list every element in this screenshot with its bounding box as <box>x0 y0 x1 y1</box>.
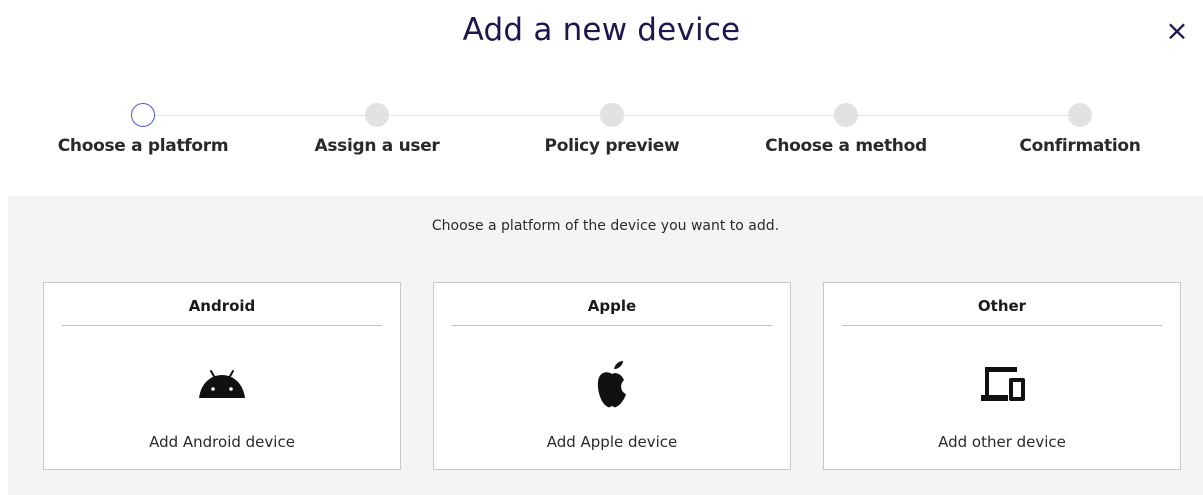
card-divider <box>842 325 1162 326</box>
step-assign-user: Assign a user <box>277 100 477 156</box>
android-icon <box>192 361 252 409</box>
devices-icon <box>972 361 1032 409</box>
apple-icon <box>582 361 642 409</box>
other-platform-card[interactable]: Other Add other device <box>823 282 1181 470</box>
step-label: Choose a platform <box>57 136 229 156</box>
card-title: Android <box>188 297 256 315</box>
card-action-label: Add Apple device <box>546 433 678 451</box>
step-indicator <box>600 103 624 127</box>
step-indicator <box>834 103 858 127</box>
card-divider <box>452 325 772 326</box>
card-title: Other <box>977 297 1027 315</box>
add-device-dialog: Add a new device × Choose a platform Ass… <box>0 0 1203 495</box>
apple-platform-card[interactable]: Apple Add Apple device <box>433 282 791 470</box>
step-choose-method: Choose a method <box>746 100 946 156</box>
android-platform-card[interactable]: Android Add Android device <box>43 282 401 470</box>
instruction-text: Choose a platform of the device you want… <box>431 218 780 234</box>
step-confirmation: Confirmation <box>980 100 1180 156</box>
step-label: Policy preview <box>544 136 680 156</box>
progress-stepper: Choose a platform Assign a user Policy p… <box>0 100 1203 170</box>
step-label: Confirmation <box>1019 136 1141 156</box>
platform-selection-panel: Choose a platform of the device you want… <box>8 196 1203 495</box>
step-active-indicator <box>131 103 155 127</box>
step-label: Assign a user <box>314 136 440 156</box>
card-divider <box>62 325 382 326</box>
dialog-title: Add a new device <box>462 12 741 48</box>
card-action-label: Add Android device <box>149 433 295 451</box>
step-choose-platform: Choose a platform <box>43 100 243 156</box>
step-label: Choose a method <box>765 136 927 156</box>
card-action-label: Add other device <box>938 433 1066 451</box>
step-indicator <box>365 103 389 127</box>
step-indicator <box>1068 103 1092 127</box>
close-icon[interactable]: × <box>1165 16 1189 46</box>
step-policy-preview: Policy preview <box>512 100 712 156</box>
card-title: Apple <box>587 297 637 315</box>
